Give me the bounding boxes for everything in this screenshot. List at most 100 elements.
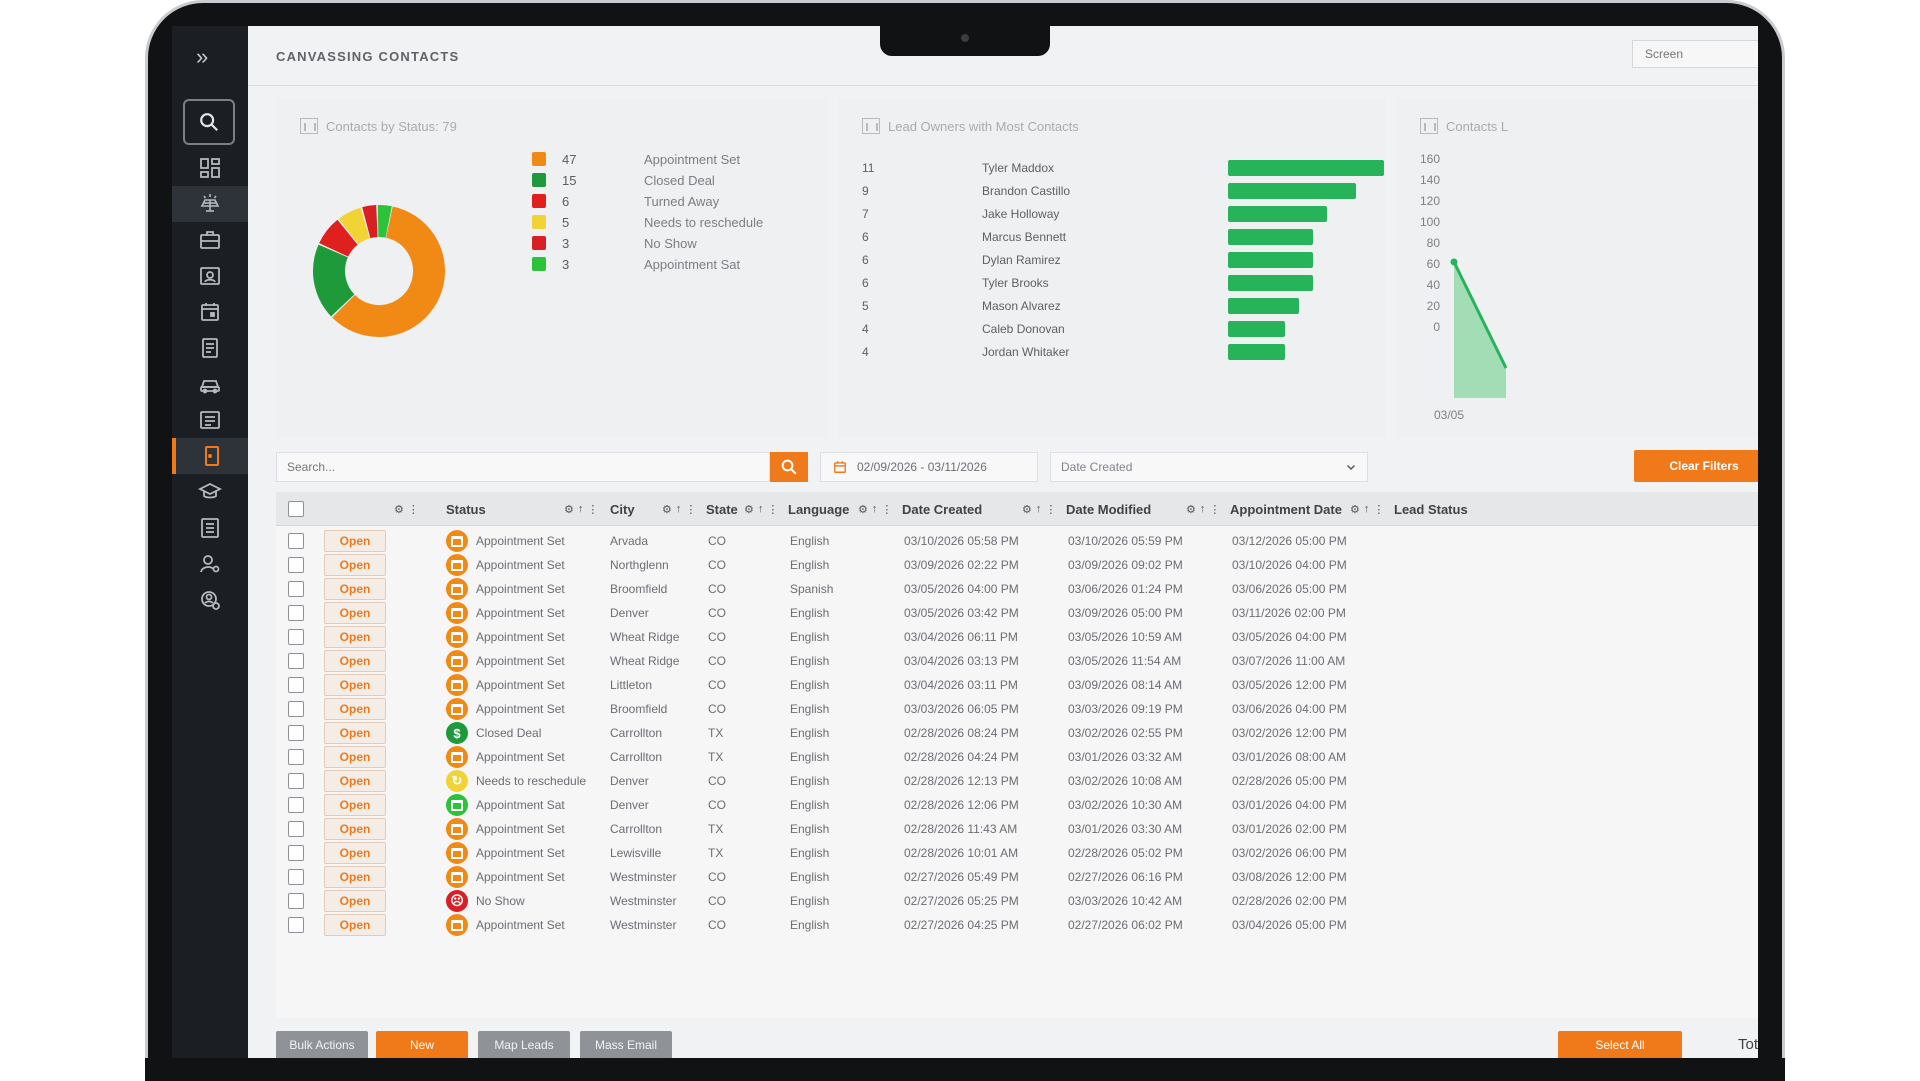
legend-item[interactable]: 47 Appointment Set [532,148,740,170]
row-checkbox[interactable] [288,557,304,573]
search-input[interactable] [276,452,770,482]
sort-icon[interactable]: ↑ [1364,503,1370,515]
row-checkbox[interactable] [288,533,304,549]
open-button[interactable]: Open [324,578,386,600]
lead-owner-bar[interactable] [1228,229,1314,245]
row-checkbox[interactable] [288,893,304,909]
sidebar-item-canvassing[interactable] [172,438,248,474]
date-modified-column-header[interactable]: Date Modified [1066,492,1151,526]
sidebar-item-security[interactable] [172,582,248,618]
gear-icon[interactable]: ⚙ [1350,503,1360,516]
lead-owner-bar[interactable] [1228,298,1299,314]
open-button[interactable]: Open [324,818,386,840]
status-column-controls[interactable]: ⚙ ↑ ⋮ [564,492,598,526]
sidebar-item-contacts[interactable] [172,258,248,294]
date-type-select[interactable]: Date Created [1050,452,1368,482]
date-created-column-controls[interactable]: ⚙ ↑ ⋮ [1022,492,1056,526]
legend-item[interactable]: 3 Appointment Sat [532,253,740,275]
open-button[interactable]: Open [324,626,386,648]
open-button[interactable]: Open [324,650,386,672]
open-button[interactable]: Open [324,530,386,552]
row-checkbox[interactable] [288,725,304,741]
lead-status-column-header[interactable]: Lead Status [1394,492,1468,526]
table-row[interactable]: Open Appointment Set Westminster CO English 0… [276,910,1758,940]
lead-owner-bar[interactable] [1228,252,1314,268]
lead-owner-bar[interactable] [1228,183,1356,199]
sort-icon[interactable]: ↑ [676,503,682,515]
open-button[interactable]: Open [324,746,386,768]
lead-owner-bar[interactable] [1228,275,1314,291]
gear-icon[interactable]: ⚙ [564,503,574,516]
open-button[interactable]: Open [324,602,386,624]
sidebar-item-dashboard[interactable] [172,150,248,186]
state-column-header[interactable]: State [706,492,738,526]
lead-owner-bar[interactable] [1228,344,1285,360]
lead-owner-bar[interactable] [1228,160,1384,176]
row-checkbox[interactable] [288,869,304,885]
column-menu-icon[interactable]: ⋮ [1209,503,1220,516]
language-column-header[interactable]: Language [788,492,849,526]
open-button[interactable]: Open [324,794,386,816]
sort-icon[interactable]: ↑ [758,503,764,515]
appointment-date-column-header[interactable]: Appointment Date [1230,492,1342,526]
sidebar-item-lists[interactable] [172,402,248,438]
sort-icon[interactable]: ↑ [1036,503,1042,515]
sidebar-item-jobs[interactable] [172,222,248,258]
legend-item[interactable]: 5 Needs to reschedule [532,211,763,233]
open-button[interactable]: Open [324,770,386,792]
date-range-picker[interactable]: 02/09/2026 - 03/11/2026 [820,452,1038,482]
column-menu-icon[interactable]: ⋮ [1045,503,1056,516]
open-button[interactable]: Open [324,674,386,696]
gear-icon[interactable]: ⚙ [858,503,868,516]
open-button[interactable]: Open [324,698,386,720]
open-button[interactable]: Open [324,842,386,864]
open-button[interactable]: Open [324,866,386,888]
date-modified-column-controls[interactable]: ⚙ ↑ ⋮ [1186,492,1220,526]
sidebar-item-documents[interactable] [172,330,248,366]
sidebar-item-calendar[interactable] [172,294,248,330]
row-checkbox[interactable] [288,749,304,765]
open-button[interactable]: Open [324,890,386,912]
screen-input[interactable] [1632,40,1758,68]
lead-owner-bar[interactable] [1228,321,1285,337]
sidebar-item-solar[interactable] [172,186,248,222]
appointment-date-column-controls[interactable]: ⚙ ↑ ⋮ [1350,492,1384,526]
open-button[interactable]: Open [324,914,386,936]
mass-email-button[interactable]: Mass Email [580,1031,672,1059]
column-menu-icon[interactable]: ⋮ [685,503,696,516]
expand-sidebar-icon[interactable]: » [196,44,208,70]
gear-icon[interactable]: ⚙ [1022,503,1032,516]
column-menu-icon[interactable]: ⋮ [587,503,598,516]
sidebar-item-users[interactable] [172,546,248,582]
city-column-controls[interactable]: ⚙ ↑ ⋮ [662,492,696,526]
new-button[interactable]: New [376,1031,468,1059]
row-checkbox[interactable] [288,653,304,669]
select-all-button[interactable]: Select All [1558,1031,1682,1059]
row-checkbox[interactable] [288,677,304,693]
map-leads-button[interactable]: Map Leads [478,1031,570,1059]
row-checkbox[interactable] [288,629,304,645]
open-button[interactable]: Open [324,722,386,744]
city-column-header[interactable]: City [610,492,635,526]
clear-filters-button[interactable]: Clear Filters [1634,450,1758,482]
sidebar-item-training[interactable] [172,474,248,510]
sort-icon[interactable]: ↑ [1200,503,1206,515]
status-column-header[interactable]: Status [446,492,486,526]
bulk-actions-button[interactable]: Bulk Actions [276,1031,368,1059]
sidebar-item-tasks[interactable] [172,510,248,546]
sort-icon[interactable]: ↑ [872,503,878,515]
column-menu-icon[interactable]: ⋮ [767,503,778,516]
row-checkbox[interactable] [288,821,304,837]
date-created-column-header[interactable]: Date Created [902,492,982,526]
actions-column-controls[interactable]: ⚙ ⋮ [394,492,419,526]
gear-icon[interactable]: ⚙ [1186,503,1196,516]
legend-item[interactable]: 3 No Show [532,232,697,254]
gear-icon[interactable]: ⚙ [744,503,754,516]
select-all-checkbox-header[interactable] [288,492,304,526]
language-column-controls[interactable]: ⚙ ↑ ⋮ [858,492,892,526]
row-checkbox[interactable] [288,605,304,621]
row-checkbox[interactable] [288,917,304,933]
row-checkbox[interactable] [288,845,304,861]
column-menu-icon[interactable]: ⋮ [408,503,419,516]
sidebar-item-vehicles[interactable] [172,366,248,402]
